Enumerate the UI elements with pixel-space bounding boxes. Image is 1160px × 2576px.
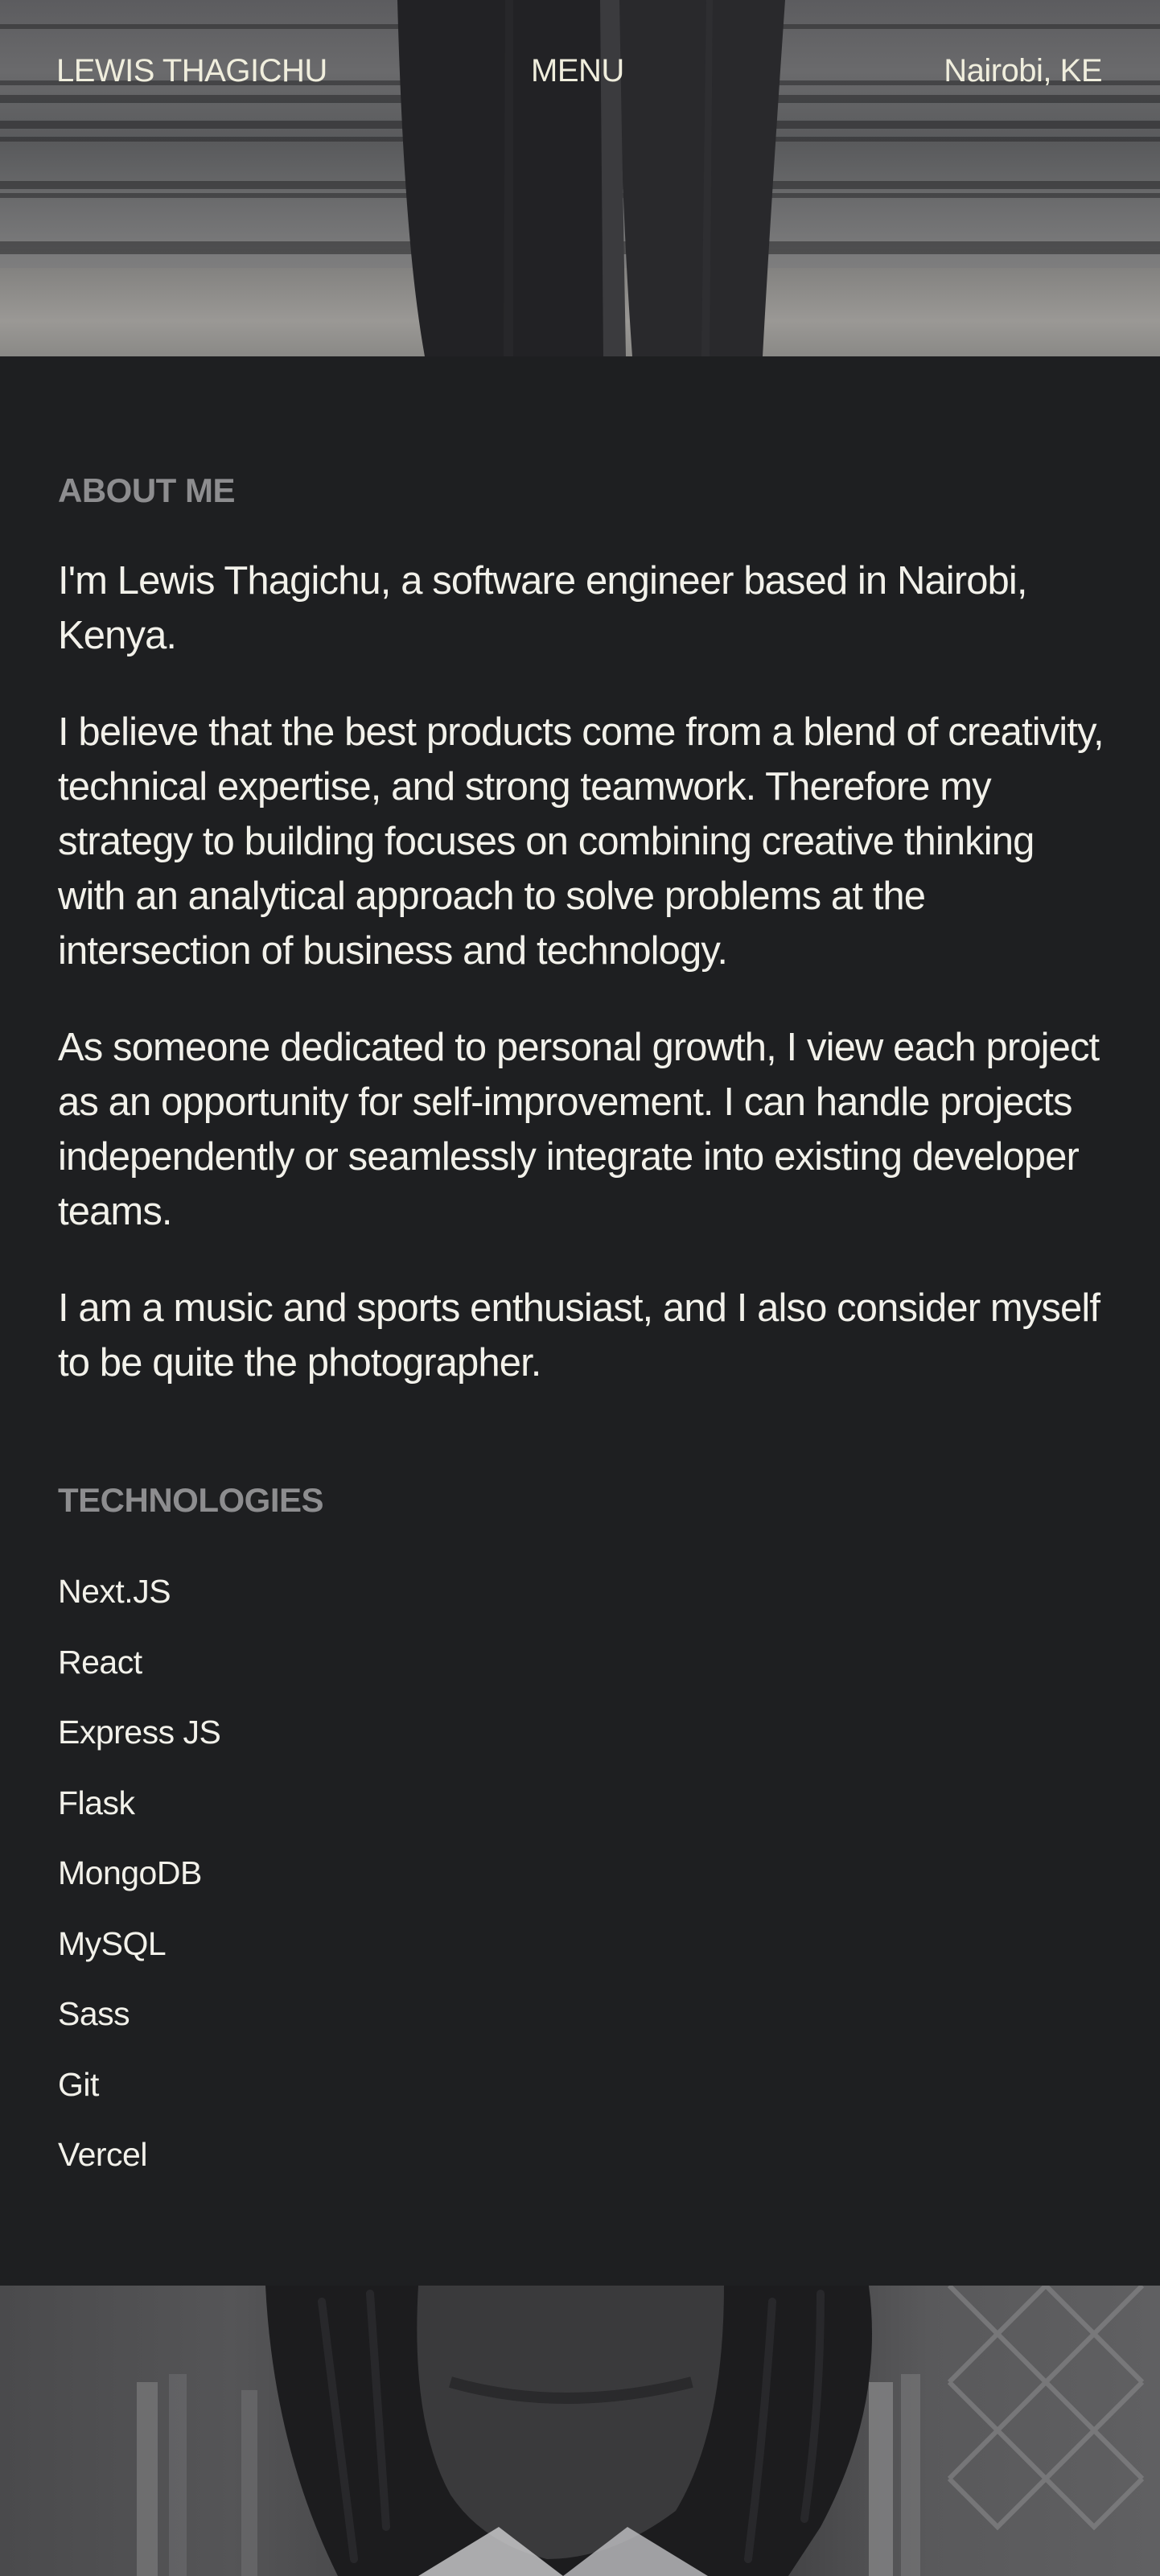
tech-item-mysql: MySQL (58, 1924, 167, 1962)
about-paragraph-hobbies: I am a music and sports enthusiast, and … (58, 1286, 1100, 1385)
tech-item-sass: Sass (58, 1995, 130, 2032)
about-text: I'm Lewis Thagichu, a software engineer … (58, 553, 1104, 1432)
top-nav: LEWIS THAGICHU MENU Nairobi, KE (0, 0, 1160, 145)
tech-item-vercel: Vercel (58, 2136, 147, 2173)
about-heading: ABOUT ME (58, 471, 236, 509)
tech-item-nextjs: Next.JS (58, 1573, 171, 1610)
portrait-graphic (137, 2286, 1145, 2576)
location-label: Nairobi, KE (944, 53, 1102, 88)
about-paragraph-philosophy: I believe that the best products come fr… (58, 710, 1104, 973)
tech-item-git: Git (58, 2065, 99, 2103)
menu-button[interactable]: MENU (531, 53, 624, 89)
about-paragraph-growth: As someone dedicated to personal growth,… (58, 1026, 1100, 1233)
tech-item-mongodb: MongoDB (58, 1854, 202, 1891)
brand-name-link[interactable]: LEWIS THAGICHU (56, 53, 327, 89)
tech-item-flask: Flask (58, 1784, 135, 1821)
tech-item-react: React (58, 1643, 142, 1681)
tech-item-express: Express JS (58, 1714, 221, 1751)
hero-image-bottom (0, 2286, 1160, 2576)
about-paragraph-intro: I'm Lewis Thagichu, a software engineer … (58, 559, 1028, 657)
technologies-list: Next.JS React Express JS Flask MongoDB M… (58, 1557, 221, 2191)
technologies-heading: TECHNOLOGIES (58, 1481, 324, 1519)
